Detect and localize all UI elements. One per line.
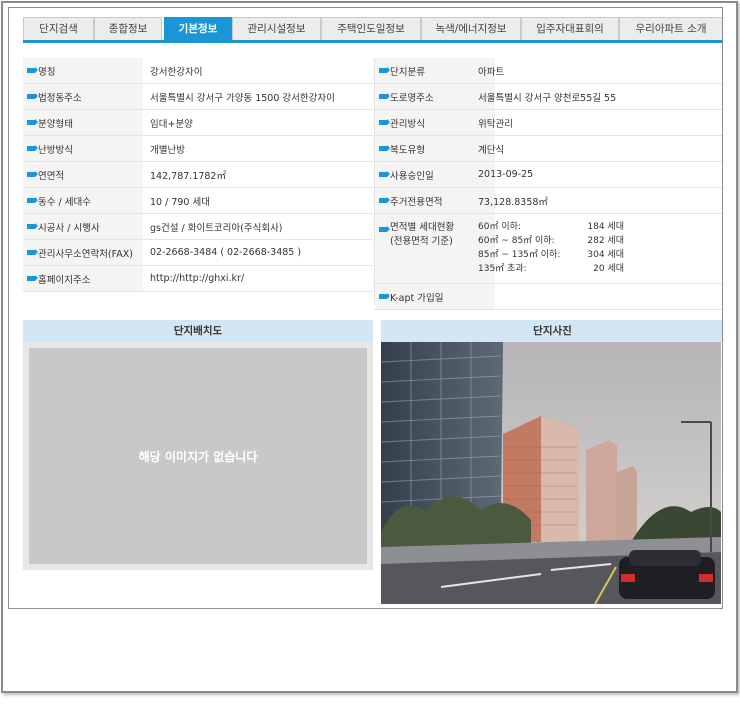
field-label: 단지분류 [375,58,495,83]
tab-bar: 단지검색 종합정보 기본정보 관리시설정보 주택인도일정보 녹색/에너지정보 입… [23,17,722,43]
field-value: 02-2668-3484 ( 02-2668-3485 ) [150,247,302,258]
bullet-icon [379,67,390,73]
field-value: 73,128.8358㎡ [478,196,548,208]
tab-overview[interactable]: 종합정보 [94,17,162,40]
info-row: 주거전용면적 73,128.8358㎡ [374,188,722,214]
info-row: 복도유형 계단식 [374,136,722,162]
bullet-icon [27,67,38,73]
field-value: 10 / 790 세대 [150,196,210,208]
bullet-icon [379,171,390,177]
bullet-icon [27,197,38,203]
info-row: 홈페이지주소 http://http://ghxi.kr/ [23,266,373,292]
field-value: 서울특별시 강서구 가양동 1500 강서한강자이 [150,92,335,104]
complex-photo [381,342,721,604]
no-image-placeholder: 해당 이미지가 없습니다 [29,348,367,564]
info-row: 시공사 / 시행사 gs건설 / 화이트코리아(주식회사) [23,214,373,240]
bullet-icon [27,171,38,177]
info-row: 법정동주소 서울특별시 강서구 가양동 1500 강서한강자이 [23,84,373,110]
area-row: 면적별 세대현황 (전용면적 기준) 60㎡ 이하: 184 세대 60㎡ ~ 85… [374,214,722,284]
bullet-icon [379,93,390,99]
info-row: 도로명주소 서울특별시 강서구 양천로55길 55 [374,84,722,110]
bullet-icon [379,293,390,299]
info-row: 관리사무소연락처(FAX) 02-2668-3484 ( 02-2668-348… [23,240,373,266]
field-label: 난방방식 [23,136,143,161]
field-value: 서울특별시 강서구 양천로55길 55 [478,92,617,104]
bullet-icon [379,145,390,151]
field-label: 관리사무소연락처(FAX) [23,240,143,265]
field-label: K-apt 가입일 [375,284,495,309]
layout-section-title: 단지배치도 [23,320,373,342]
field-value: 위탁관리 [478,118,513,130]
info-row: K-apt 가입일 [374,284,722,310]
layout-map-box: 해당 이미지가 없습니다 [23,342,373,570]
field-label: 주거전용면적 [375,188,495,213]
bullet-icon [379,119,390,125]
field-value: 2013-09-25 [478,169,534,180]
tab-facilities[interactable]: 관리시설정보 [232,17,321,40]
bullet-icon [27,249,38,255]
field-value: gs건설 / 화이트코리아(주식회사) [150,222,283,234]
info-row: 사용승인일 2013-09-25 [374,162,722,188]
field-value: 임대+분양 [150,118,193,130]
field-label: 동수 / 세대수 [23,188,143,213]
bullet-icon [27,119,38,125]
info-row: 명칭 강서한강자이 [23,58,373,84]
field-label: 분양형태 [23,110,143,135]
field-label: 사용승인일 [375,162,495,187]
field-label: 복도유형 [375,136,495,161]
field-value: 개별난방 [150,144,185,156]
bullet-icon [379,226,390,232]
info-left: 명칭 강서한강자이 법정동주소 서울특별시 강서구 가양동 1500 강서한강자… [23,58,373,303]
field-value: 142,787.1782㎡ [150,170,226,182]
tab-basic-info[interactable]: 기본정보 [164,17,232,40]
bullet-icon [27,145,38,151]
tab-delivery-date[interactable]: 주택인도일정보 [321,17,421,40]
field-value: 강서한강자이 [150,66,203,78]
info-right: 단지분류 아파트 도로명주소 서울특별시 강서구 양천로55길 55 관리방식 … [374,58,722,310]
tab-residents-council[interactable]: 입주자대표회의 [521,17,619,40]
bullet-icon [379,197,390,203]
info-row: 난방방식 개별난방 [23,136,373,162]
info-row: 단지분류 아파트 [374,58,722,84]
field-label: 관리방식 [375,110,495,135]
field-label: 홈페이지주소 [23,266,143,291]
area-breakdown: 60㎡ 이하: 184 세대 60㎡ ~ 85㎡ 이하: 282 세대 85㎡ ~ … [478,222,624,274]
field-label: 면적별 세대현황 (전용면적 기준) [375,214,495,283]
tab-apartment-intro[interactable]: 우리아파트 소개 [619,17,722,40]
info-row: 분양형태 임대+분양 [23,110,373,136]
info-row: 동수 / 세대수 10 / 790 세대 [23,188,373,214]
field-label: 연면적 [23,162,143,187]
field-label: 법정동주소 [23,84,143,109]
photo-section-title: 단지사진 [381,320,722,342]
bullet-icon [27,93,38,99]
field-value: 계단식 [478,144,505,156]
complex-photo-image [381,342,721,604]
field-label: 도로명주소 [375,84,495,109]
bullet-icon [27,275,38,281]
field-label: 시공사 / 시행사 [23,214,143,239]
info-row: 관리방식 위탁관리 [374,110,722,136]
homepage-link[interactable]: http://http://ghxi.kr/ [150,266,244,291]
tab-green-energy[interactable]: 녹색/에너지정보 [421,17,521,40]
field-value: 아파트 [478,66,505,78]
field-label: 명칭 [23,58,143,83]
bullet-icon [27,223,38,229]
tab-complex-search[interactable]: 단지검색 [23,17,94,40]
info-row: 연면적 142,787.1782㎡ [23,162,373,188]
